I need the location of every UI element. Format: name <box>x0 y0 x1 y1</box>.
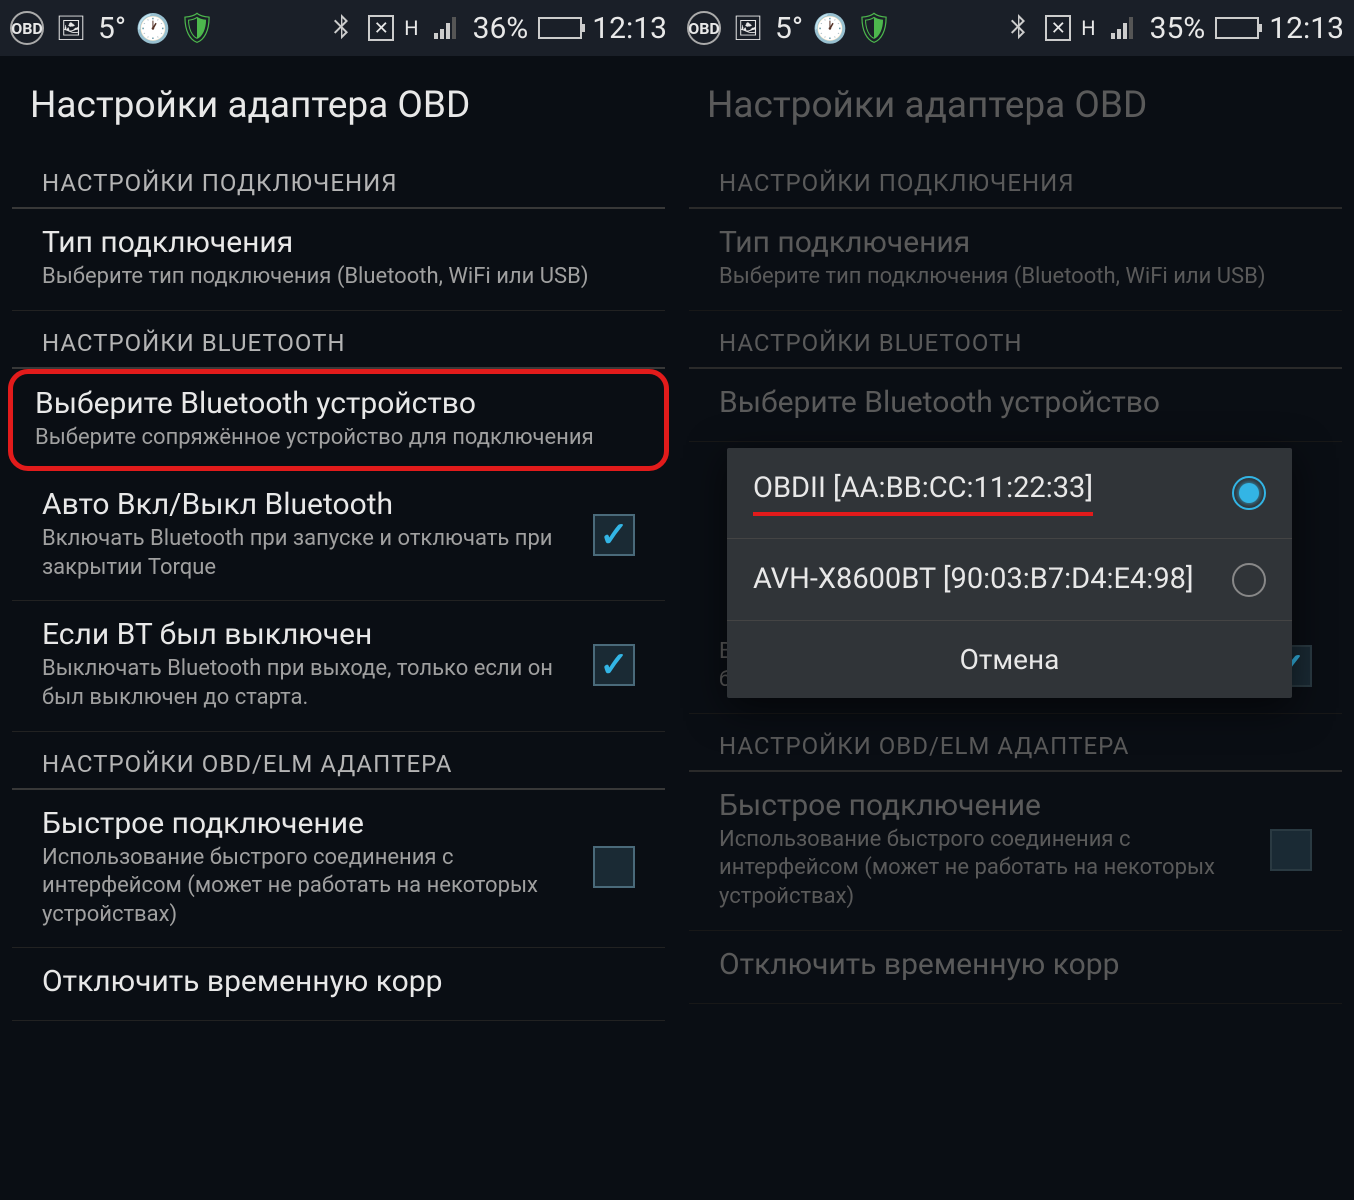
setting-desc: Использование быстрого соединения с инте… <box>42 844 577 930</box>
setting-title: Тип подключения <box>42 225 635 260</box>
phone-screen-left: OBD 🖼 5° 🕐 🛡 ✕ H 36% 12:13 Настройки ада… <box>0 0 677 1200</box>
setting-desc: Включать Bluetooth при запуске и отключа… <box>42 525 577 582</box>
setting-desc: Выберите сопряжённое устройство для подк… <box>35 424 642 453</box>
setting-connection-type[interactable]: Тип подключения Выберите тип подключения… <box>12 209 665 311</box>
setting-title: Авто Вкл/Выкл Bluetooth <box>42 487 577 522</box>
network-label: H <box>404 16 418 40</box>
checkbox-fast-connection[interactable] <box>593 846 635 888</box>
bluetooth-icon <box>324 11 358 45</box>
clock-icon: 🕐 <box>136 11 170 45</box>
setting-desc: Выключать Bluetooth при выходе, только е… <box>42 655 577 712</box>
dialog-option-label: AVH-X8600BT [90:03:B7:D4:E4:98] <box>753 561 1232 599</box>
antivirus-icon: 🛡 <box>180 11 214 45</box>
dialog-cancel-button[interactable]: Отмена <box>727 621 1292 698</box>
app-header: Настройки адаптера OBD <box>0 56 677 151</box>
image-icon: 🖼 <box>54 11 88 45</box>
temperature: 5° <box>98 11 126 46</box>
status-bar: OBD 🖼 5° 🕐 🛡 ✕ H 36% 12:13 <box>0 0 677 56</box>
setting-select-bt-device[interactable]: Выберите Bluetooth устройство Выберите с… <box>8 369 669 472</box>
phone-screen-right: OBD 🖼 5° 🕐 🛡 ✕ H 35% 12:13 Настройки ада… <box>677 0 1354 1200</box>
dialog-option-obdii[interactable]: OBDII [AA:BB:CC:11:22:33] <box>727 448 1292 539</box>
setting-auto-bt[interactable]: Авто Вкл/Выкл Bluetooth Включать Bluetoo… <box>12 471 665 601</box>
clock-time: 12:13 <box>592 11 667 46</box>
setting-if-bt-off[interactable]: Если BT был выключен Выключать Bluetooth… <box>12 601 665 731</box>
section-bluetooth: НАСТРОЙКИ BLUETOOTH <box>12 311 665 369</box>
section-obd-elm: НАСТРОЙКИ OBD/ELM АДАПТЕРА <box>12 732 665 790</box>
dialog-option-avh[interactable]: AVH-X8600BT [90:03:B7:D4:E4:98] <box>727 539 1292 622</box>
battery-percent: 36% <box>473 11 529 46</box>
checkbox-if-bt-off[interactable] <box>593 644 635 686</box>
section-connection: НАСТРОЙКИ ПОДКЛЮЧЕНИЯ <box>12 151 665 209</box>
setting-title: Если BT был выключен <box>42 617 577 652</box>
setting-disable-temp-corr[interactable]: Отключить временную корр <box>12 948 665 1021</box>
checkbox-auto-bt[interactable] <box>593 514 635 556</box>
dialog-backdrop[interactable]: OBDII [AA:BB:CC:11:22:33] AVH-X8600BT [9… <box>677 0 1354 1200</box>
signal-icon <box>429 11 463 45</box>
radio-selected-icon[interactable] <box>1232 476 1266 510</box>
setting-fast-connection[interactable]: Быстрое подключение Использование быстро… <box>12 790 665 949</box>
battery-icon <box>538 17 582 39</box>
setting-title: Выберите Bluetooth устройство <box>35 386 642 421</box>
radio-unselected-icon[interactable] <box>1232 563 1266 597</box>
setting-title: Отключить временную корр <box>42 964 635 999</box>
dialog-option-label: OBDII [AA:BB:CC:11:22:33] <box>753 470 1093 516</box>
setting-title: Быстрое подключение <box>42 806 577 841</box>
box-icon: ✕ <box>368 15 394 41</box>
page-title: Настройки адаптера OBD <box>30 84 647 127</box>
bt-device-dialog: OBDII [AA:BB:CC:11:22:33] AVH-X8600BT [9… <box>727 448 1292 698</box>
obd-icon: OBD <box>10 11 44 45</box>
setting-desc: Выберите тип подключения (Bluetooth, WiF… <box>42 263 635 292</box>
